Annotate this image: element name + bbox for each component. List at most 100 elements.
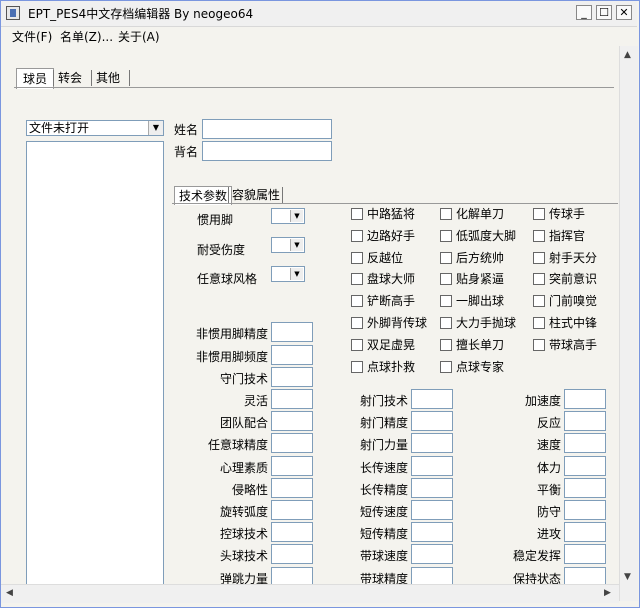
stat-input[interactable] — [564, 544, 606, 565]
tab-appearance[interactable]: 容貌属性 — [232, 186, 280, 204]
stat-input[interactable] — [411, 522, 453, 543]
injury-tolerance-select[interactable]: ▼ — [271, 237, 305, 253]
stat-input[interactable] — [564, 522, 606, 543]
checkbox[interactable] — [533, 338, 545, 351]
checkbox[interactable] — [440, 208, 452, 220]
chevron-down-icon: ▼ — [290, 239, 303, 251]
tab-player[interactable]: 球员 — [16, 68, 55, 89]
stat-input[interactable] — [411, 411, 453, 432]
stat-input[interactable] — [271, 389, 313, 409]
tab-separator — [282, 187, 283, 203]
checkbox[interactable] — [533, 317, 545, 329]
menu-roster[interactable]: 名单(Z)... — [60, 28, 113, 45]
stat-input[interactable] — [564, 433, 606, 454]
stat-input[interactable] — [271, 433, 313, 454]
stat-input[interactable] — [411, 544, 453, 565]
stat-input[interactable] — [411, 477, 453, 498]
checkbox-label: 低弧度大脚 — [456, 228, 517, 243]
checkbox[interactable] — [533, 208, 545, 220]
stat-label: 控球技术 — [219, 527, 268, 542]
stat-input[interactable] — [564, 389, 606, 409]
checkbox[interactable] — [351, 360, 363, 373]
maximize-button[interactable]: ☐ — [596, 5, 612, 20]
checkbox[interactable] — [351, 317, 363, 329]
checkbox[interactable] — [440, 229, 452, 242]
tab-separator — [53, 70, 54, 86]
stat-input[interactable] — [271, 367, 313, 387]
stat-input[interactable] — [271, 477, 313, 498]
vertical-scrollbar[interactable] — [619, 46, 638, 601]
checkbox[interactable] — [440, 273, 452, 286]
checkbox[interactable] — [533, 251, 545, 264]
stat-input[interactable] — [271, 544, 313, 565]
checkbox[interactable] — [533, 295, 545, 308]
close-button[interactable]: ✕ — [616, 5, 632, 20]
scroll-down-icon[interactable]: ▼ — [624, 572, 631, 582]
checkbox[interactable] — [440, 338, 452, 351]
tab-separator — [91, 70, 92, 86]
stat-input[interactable] — [564, 500, 606, 520]
stat-label: 进攻 — [536, 527, 561, 542]
checkbox-label: 带球高手 — [549, 337, 598, 352]
back-name-input[interactable] — [202, 141, 332, 161]
checkbox[interactable] — [440, 360, 452, 373]
stat-input[interactable] — [271, 522, 313, 543]
checkbox[interactable] — [351, 208, 363, 220]
checkbox[interactable] — [533, 273, 545, 286]
stat-input[interactable] — [564, 411, 606, 432]
stat-input[interactable] — [271, 455, 313, 476]
menu-about[interactable]: 关于(A) — [118, 28, 160, 45]
tab-underline — [14, 87, 614, 88]
checkbox-label: 外脚背传球 — [367, 316, 428, 330]
stat-input[interactable] — [271, 411, 313, 432]
stat-label: 团队配合 — [219, 416, 268, 431]
checkbox-label: 双足虚晃 — [367, 337, 416, 352]
checkbox[interactable] — [440, 317, 452, 329]
preferred-foot-select[interactable]: ▼ — [271, 208, 305, 224]
checkbox-label: 中路猛将 — [367, 207, 416, 221]
checkbox[interactable] — [351, 338, 363, 351]
checkbox-label: 点球扑救 — [367, 359, 416, 374]
stat-input[interactable] — [271, 344, 313, 365]
stat-label: 非惯用脚频度 — [195, 349, 268, 364]
player-list[interactable] — [26, 141, 164, 586]
checkbox-label: 铲断高手 — [367, 294, 416, 309]
checkbox-label: 射手天分 — [549, 250, 598, 265]
chevron-down-icon: ▼ — [290, 268, 303, 280]
checkbox[interactable] — [351, 295, 363, 308]
scroll-left-icon[interactable]: ◀ — [6, 588, 13, 598]
tab-other[interactable]: 其他 — [96, 68, 120, 88]
stat-input[interactable] — [564, 455, 606, 476]
scroll-up-icon[interactable]: ▲ — [624, 50, 631, 60]
file-select[interactable]: 文件未打开 ▼ — [26, 120, 164, 136]
stat-input[interactable] — [411, 389, 453, 409]
checkbox[interactable] — [351, 251, 363, 264]
checkbox-label: 贴身紧逼 — [456, 272, 505, 287]
stat-label: 带球速度 — [359, 549, 408, 564]
checkbox[interactable] — [440, 251, 452, 264]
tab-transfer[interactable]: 转会 — [58, 68, 82, 88]
stat-label: 非惯用脚精度 — [195, 327, 268, 341]
checkbox[interactable] — [533, 229, 545, 242]
file-select-value: 文件未打开 — [29, 121, 90, 135]
stat-input[interactable] — [564, 477, 606, 498]
stat-input[interactable] — [271, 322, 313, 342]
stat-label: 头球技术 — [219, 549, 268, 564]
stat-input[interactable] — [411, 455, 453, 476]
checkbox[interactable] — [440, 295, 452, 308]
menu-file[interactable]: 文件(F) — [12, 28, 52, 45]
checkbox-label: 后方统帅 — [456, 250, 505, 265]
free-kick-style-select[interactable]: ▼ — [271, 266, 305, 282]
checkbox[interactable] — [351, 273, 363, 286]
stat-input[interactable] — [411, 433, 453, 454]
stat-label: 旋转弧度 — [219, 505, 268, 519]
stat-input[interactable] — [411, 500, 453, 520]
checkbox[interactable] — [351, 229, 363, 242]
stat-label: 射门力量 — [359, 438, 408, 453]
scroll-right-icon[interactable]: ▶ — [604, 588, 611, 598]
stat-input[interactable] — [271, 500, 313, 520]
name-input[interactable] — [202, 119, 332, 139]
minimize-button[interactable]: _ — [576, 5, 592, 20]
stat-label: 防守 — [536, 505, 561, 519]
horizontal-scrollbar[interactable] — [1, 584, 619, 603]
